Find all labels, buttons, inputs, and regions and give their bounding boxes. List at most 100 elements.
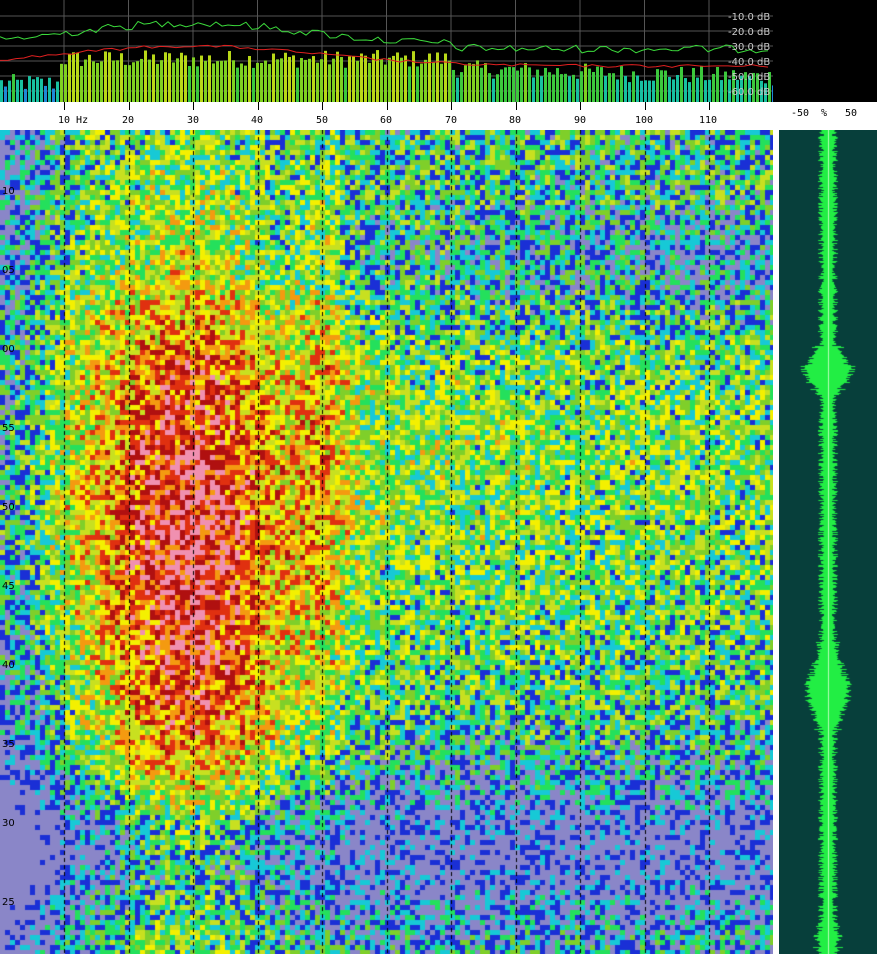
spectrum-bar bbox=[72, 52, 75, 102]
spectrum-bar bbox=[444, 53, 447, 102]
time-label: 40 bbox=[2, 660, 15, 671]
spectrum-bar bbox=[96, 62, 99, 102]
freq-tick bbox=[258, 102, 259, 110]
db-label-10: -10.0 dB bbox=[728, 12, 771, 23]
spectrum-bar bbox=[132, 62, 135, 102]
spectrum-bar bbox=[220, 60, 223, 102]
frequency-ruler[interactable]: 10 Hz 20 30 40 50 60 70 80 90 100 110 bbox=[0, 102, 777, 131]
spectrum-bar bbox=[244, 65, 247, 102]
spectrum-bar bbox=[364, 55, 367, 102]
spectrum-bar bbox=[4, 86, 7, 102]
spectrum-bar bbox=[44, 85, 47, 102]
spectrum-bar bbox=[268, 64, 271, 102]
spectrum-bar bbox=[584, 63, 587, 102]
spectrum-bar bbox=[612, 73, 615, 102]
freq-tick bbox=[580, 102, 581, 110]
spectrum-bar bbox=[660, 70, 663, 102]
freq-tick bbox=[129, 102, 130, 110]
spectrum-bar bbox=[32, 79, 35, 102]
spectrum-bar bbox=[480, 67, 483, 102]
spectrum-bar bbox=[568, 76, 571, 102]
spectrum-bar bbox=[52, 88, 55, 102]
spectrum-bar bbox=[544, 67, 547, 102]
spectrogram-view[interactable]: 10 05 00 55 50 45 40 35 30 25 bbox=[0, 130, 773, 954]
spectrum-bar bbox=[192, 57, 195, 102]
spectrum-bar bbox=[256, 62, 259, 102]
spectrum-bar bbox=[348, 56, 351, 102]
spectrum-bar bbox=[360, 53, 363, 102]
db-label-40: -40.0 dB bbox=[728, 57, 771, 68]
spectrum-bar bbox=[708, 79, 711, 102]
spectrum-bar bbox=[472, 63, 475, 102]
spectrum-bar bbox=[260, 62, 263, 102]
spectrum-bar bbox=[328, 64, 331, 102]
spectrum-bar bbox=[316, 62, 319, 102]
spectrum-plot[interactable]: -10.0 dB -20.0 dB -30.0 dB -40.0 dB -50.… bbox=[0, 0, 773, 102]
time-label: 50 bbox=[2, 502, 15, 513]
spectrum-bar bbox=[180, 52, 183, 102]
spectrum-bar bbox=[468, 63, 471, 102]
spectrum-bar bbox=[524, 63, 527, 102]
spectrum-bar bbox=[20, 79, 23, 102]
spectrum-bar bbox=[556, 68, 559, 102]
spectrum-bar bbox=[8, 80, 11, 102]
spectrum-bar bbox=[300, 58, 303, 102]
spectrum-bar bbox=[28, 76, 31, 102]
freq-tick bbox=[64, 102, 65, 110]
spectrum-bar bbox=[456, 77, 459, 102]
spectrum-bar bbox=[408, 66, 411, 102]
time-label: 10 bbox=[2, 186, 15, 197]
spectrum-bar bbox=[528, 67, 531, 102]
waveform-view[interactable] bbox=[779, 130, 877, 954]
spectrum-bar bbox=[508, 66, 511, 102]
spectrum-bar bbox=[104, 51, 107, 102]
spectrum-bar bbox=[464, 65, 467, 102]
freq-label-90: 90 bbox=[574, 115, 587, 126]
spectrum-bar bbox=[460, 72, 463, 102]
spectrum-bar bbox=[520, 67, 523, 102]
spectrum-bar bbox=[628, 82, 631, 102]
spectrum-bar bbox=[340, 57, 343, 102]
spectrum-bar bbox=[512, 67, 515, 102]
spectrum-bar bbox=[168, 53, 171, 102]
spectrum-bar bbox=[60, 63, 63, 102]
spectrum-bar bbox=[100, 61, 103, 102]
spectrum-bar bbox=[592, 71, 595, 102]
freq-label-30: 30 bbox=[187, 115, 200, 126]
spectrum-bar bbox=[156, 63, 159, 102]
db-label-50: -50.0 dB bbox=[728, 72, 771, 83]
spectrogram-canvas[interactable] bbox=[0, 130, 773, 954]
time-label: 00 bbox=[2, 344, 15, 355]
amplitude-ruler[interactable]: -50 % 50 bbox=[777, 102, 877, 131]
spectrum-bar bbox=[716, 66, 719, 102]
spectrum-bar bbox=[292, 55, 295, 102]
spectrum-bar bbox=[648, 80, 651, 102]
spectrum-bar bbox=[404, 55, 407, 102]
spectrum-bar bbox=[680, 66, 683, 102]
spectrum-bar bbox=[676, 75, 679, 102]
spectrum-bar bbox=[352, 56, 355, 102]
db-label-20: -20.0 dB bbox=[728, 27, 771, 38]
spectrum-bar bbox=[588, 68, 591, 102]
freq-label-110: 110 bbox=[699, 115, 718, 126]
spectrum-bar bbox=[324, 50, 327, 102]
corner-panel bbox=[773, 0, 877, 102]
spectrum-bar bbox=[116, 60, 119, 102]
spectrum-bar bbox=[36, 77, 39, 102]
spectrum-analyzer-window: -10.0 dB -20.0 dB -30.0 dB -40.0 dB -50.… bbox=[0, 0, 877, 954]
spectrum-bar bbox=[252, 67, 255, 102]
spectrum-bar bbox=[56, 81, 59, 102]
spectrum-bar bbox=[24, 88, 27, 102]
time-label: 35 bbox=[2, 739, 15, 750]
db-label-30: -30.0 dB bbox=[728, 42, 771, 53]
freq-tick bbox=[709, 102, 710, 110]
spectrum-bar bbox=[380, 59, 383, 102]
spectrum-bar bbox=[596, 66, 599, 102]
time-label: 30 bbox=[2, 818, 15, 829]
spectrum-bar bbox=[48, 77, 51, 102]
spectrum-bar bbox=[452, 69, 455, 102]
spectrum-bar bbox=[124, 64, 127, 102]
spectrum-bar bbox=[420, 63, 423, 102]
spectrum-bar bbox=[276, 59, 279, 102]
spectrum-bar bbox=[672, 79, 675, 102]
